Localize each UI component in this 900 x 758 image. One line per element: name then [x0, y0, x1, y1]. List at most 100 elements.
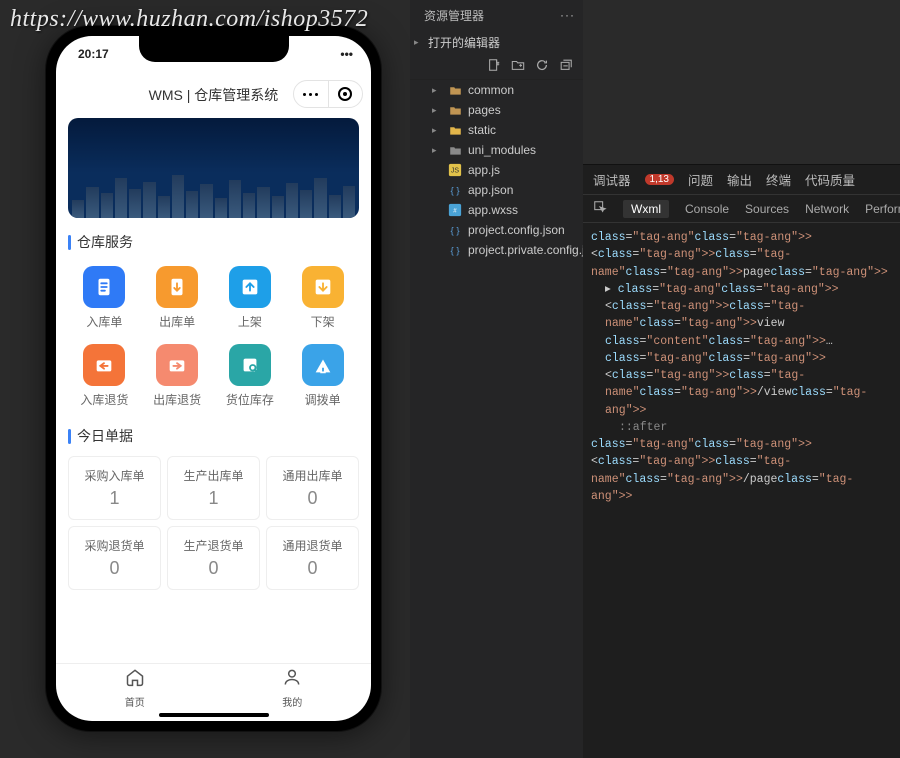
folder-node[interactable]: ▸pages	[414, 100, 579, 120]
stat-value: 0	[208, 558, 218, 579]
stat-card[interactable]: 通用退货单 0	[266, 526, 359, 590]
stat-card[interactable]: 生产出库单 1	[167, 456, 260, 520]
tree-label: uni_modules	[468, 143, 536, 157]
chevron-right-icon: ▸	[432, 85, 442, 96]
stat-card[interactable]: 通用出库单 0	[266, 456, 359, 520]
panel-tab-performance[interactable]: Performance	[865, 202, 900, 216]
transfer-icon	[302, 344, 344, 386]
service-label: 上架	[238, 313, 262, 330]
skyline-graphic	[68, 173, 359, 218]
file-tree: ▸common▸pages▸static▸uni_modulesJSapp.js…	[410, 80, 583, 260]
tree-label: app.json	[468, 183, 513, 197]
new-file-icon[interactable]	[487, 58, 501, 75]
file-node[interactable]: #app.wxss	[414, 200, 579, 220]
tab-label: 首页	[125, 694, 145, 709]
dom-line[interactable]: class="tag-ang"class="tag-ang">><class="…	[591, 229, 892, 281]
inventory-icon	[229, 344, 271, 386]
ellipsis-icon	[303, 93, 318, 96]
panel-tab-wxml[interactable]: Wxml	[623, 200, 669, 218]
stat-value: 1	[208, 488, 218, 509]
service-arrow-down-box[interactable]: 下架	[286, 262, 359, 334]
chevron-right-icon: ▸	[432, 145, 442, 156]
stat-value: 0	[307, 558, 317, 579]
file-node[interactable]: { }project.config.json	[414, 220, 579, 240]
miniprogram-capsule[interactable]	[293, 80, 363, 108]
service-return-in[interactable]: 入库退货	[68, 340, 141, 412]
file-node[interactable]: { } app.json	[414, 180, 579, 200]
service-arrow-up-box[interactable]: 上架	[214, 262, 287, 334]
home-indicator	[159, 713, 269, 717]
phone-notch	[139, 36, 289, 62]
chevron-right-icon: ▸	[432, 125, 442, 136]
folder-icon	[448, 124, 462, 137]
explorer-toolbar	[410, 54, 583, 80]
debugger-tab[interactable]: 输出	[727, 170, 752, 189]
explorer-panel: 资源管理器 ··· ▸ 打开的编辑器 ▸common▸pages▸static▸…	[410, 0, 583, 758]
banner-image[interactable]	[68, 118, 359, 218]
json-file-icon: { }	[448, 243, 462, 257]
json-file-icon: { }	[448, 223, 462, 237]
folder-node[interactable]: ▸static	[414, 120, 579, 140]
dom-line[interactable]: ▸ class="tag-ang"class="tag-ang">><class…	[591, 281, 892, 419]
collapse-all-icon[interactable]	[559, 58, 573, 75]
stat-title: 采购退货单	[84, 537, 144, 554]
folder-node[interactable]: ▸common	[414, 80, 579, 100]
service-transfer[interactable]: 调拨单	[286, 340, 359, 412]
stat-title: 通用出库单	[282, 467, 342, 484]
explorer-title: 资源管理器	[424, 7, 484, 24]
debugger-tab[interactable]: 终端	[766, 170, 791, 189]
file-node[interactable]: JSapp.js	[414, 160, 579, 180]
svg-text:{ }: { }	[450, 246, 460, 257]
refresh-icon[interactable]	[535, 58, 549, 75]
file-export-icon	[156, 266, 198, 308]
arrow-down-box-icon	[302, 266, 344, 308]
debugger-tab[interactable]: 代码质量	[805, 170, 855, 189]
devtools-panel-tabs: Wxml Console Sources Network Performance	[583, 195, 900, 223]
explorer-more-icon[interactable]: ···	[560, 8, 575, 22]
capsule-close[interactable]	[329, 81, 363, 107]
app-header: WMS | 仓库管理系统	[56, 72, 371, 118]
open-editors-row[interactable]: ▸ 打开的编辑器	[410, 30, 583, 54]
person-icon	[282, 667, 302, 692]
stat-title: 生产出库单	[183, 467, 243, 484]
panel-tab-console[interactable]: Console	[685, 202, 729, 216]
stat-value: 0	[109, 558, 119, 579]
dom-line[interactable]: class="tag-ang"class="tag-ang">><class="…	[591, 436, 892, 505]
service-inventory[interactable]: 货位库存	[214, 340, 287, 412]
return-out-icon	[156, 344, 198, 386]
stat-card[interactable]: 采购入库单1	[68, 456, 161, 520]
stat-card[interactable]: 生产退货单0	[167, 526, 260, 590]
panel-tab-sources[interactable]: Sources	[745, 202, 789, 216]
service-return-out[interactable]: 出库退货	[141, 340, 214, 412]
status-right: •••	[340, 47, 353, 61]
new-folder-icon[interactable]	[511, 58, 525, 75]
tab-person[interactable]: 我的	[214, 664, 372, 711]
services-grid: 入库单 出库单 上架 下架 入库退货 出库退货 货位库存 调拨单	[68, 262, 359, 412]
service-file-export[interactable]: 出库单	[141, 262, 214, 334]
stat-card[interactable]: 采购退货单 0	[68, 526, 161, 590]
debugger-tab[interactable]: 问题	[688, 170, 713, 189]
panel-tab-network[interactable]: Network	[805, 202, 849, 216]
svg-text:#: #	[453, 208, 457, 215]
dom-line[interactable]: ::after	[591, 419, 892, 436]
file-node[interactable]: { }project.private.config.js…	[414, 240, 579, 260]
service-file-import[interactable]: 入库单	[68, 262, 141, 334]
service-label: 出库单	[159, 313, 195, 330]
stat-value: 1	[109, 488, 119, 509]
app-title: WMS | 仓库管理系统	[149, 85, 279, 105]
service-label: 入库退货	[80, 391, 128, 408]
debugger-tab[interactable]: 调试器	[593, 170, 631, 189]
capsule-menu[interactable]	[294, 81, 329, 107]
service-label: 货位库存	[226, 391, 274, 408]
tab-home[interactable]: 首页	[56, 664, 214, 711]
svg-text:{ }: { }	[450, 186, 460, 197]
stat-value: 0	[307, 488, 317, 509]
js-file-icon: JS	[448, 163, 462, 177]
today-grid: 采购入库单1生产出库单1通用出库单0采购退货单0生产退货单0通用退货单0	[68, 456, 359, 590]
target-icon	[338, 87, 352, 101]
stat-title: 通用退货单	[282, 537, 342, 554]
inspect-element-icon[interactable]	[593, 200, 607, 217]
folder-node[interactable]: ▸ uni_modules	[414, 140, 579, 160]
dom-tree[interactable]: class="tag-ang"class="tag-ang">><class="…	[583, 223, 900, 511]
section-header-services: 仓库服务	[68, 232, 359, 252]
